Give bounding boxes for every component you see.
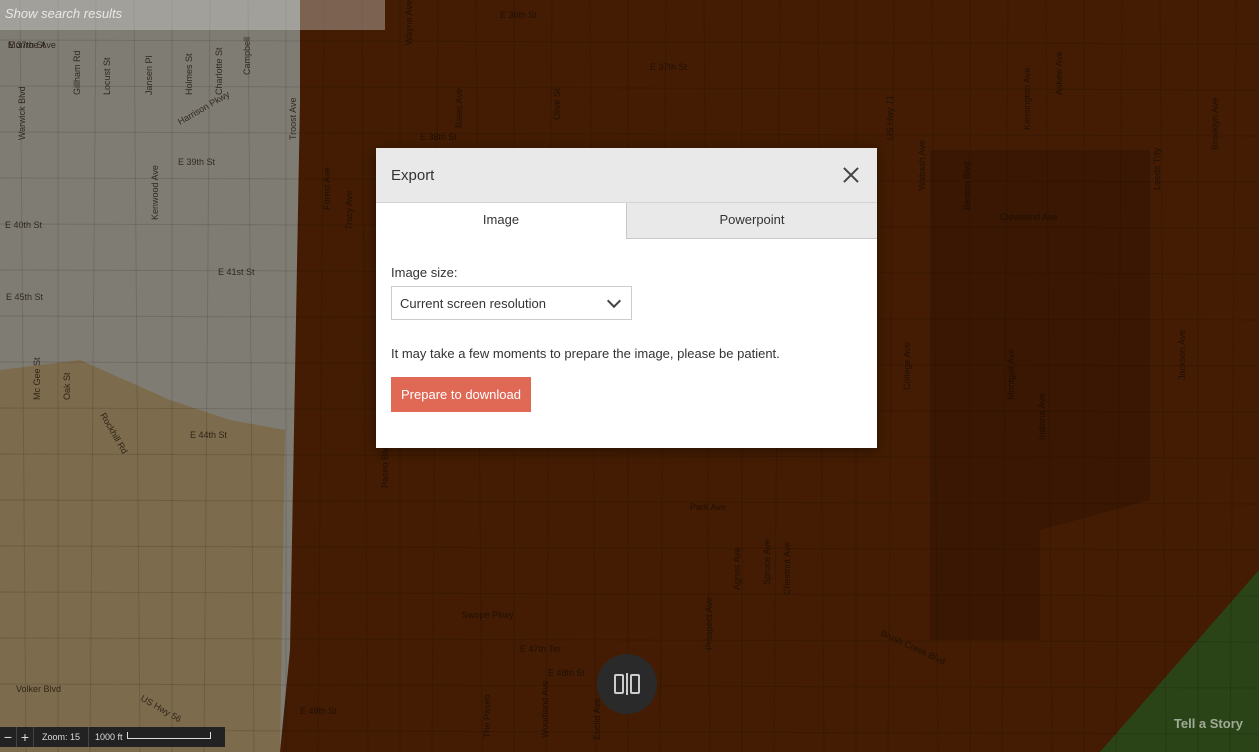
scale-label: 1000 ft [95,732,123,742]
export-dialog-body: Image size: Current screen resolution It… [376,239,877,412]
prepare-download-button[interactable]: Prepare to download [391,377,531,412]
show-search-results[interactable]: Show search results [0,0,385,30]
export-dialog: Export Image Powerpoint Image size: Curr… [376,148,877,448]
patience-note: It may take a few moments to prepare the… [391,346,780,361]
map-zoom-bar: − + Zoom: 15 1000 ft [0,727,225,747]
close-icon[interactable] [840,164,862,186]
image-size-label: Image size: [391,265,458,280]
zoom-in-button[interactable]: + [17,727,34,747]
export-dialog-title: Export [391,166,435,184]
scale-bar [126,731,211,739]
chevron-down-icon [606,293,622,308]
export-tabs: Image Powerpoint [376,203,877,239]
image-size-value: Current screen resolution [400,295,546,311]
export-dialog-header: Export [376,148,877,203]
zoom-out-button[interactable]: − [0,727,17,747]
image-size-select[interactable]: Current screen resolution [391,286,632,320]
swipe-compare-button[interactable] [597,654,657,714]
tab-image[interactable]: Image [376,203,627,239]
split-view-icon [614,673,640,695]
tab-powerpoint[interactable]: Powerpoint [627,203,877,238]
zoom-level: Zoom: 15 [34,727,90,747]
tell-a-story-link[interactable]: Tell a Story [1174,716,1243,731]
